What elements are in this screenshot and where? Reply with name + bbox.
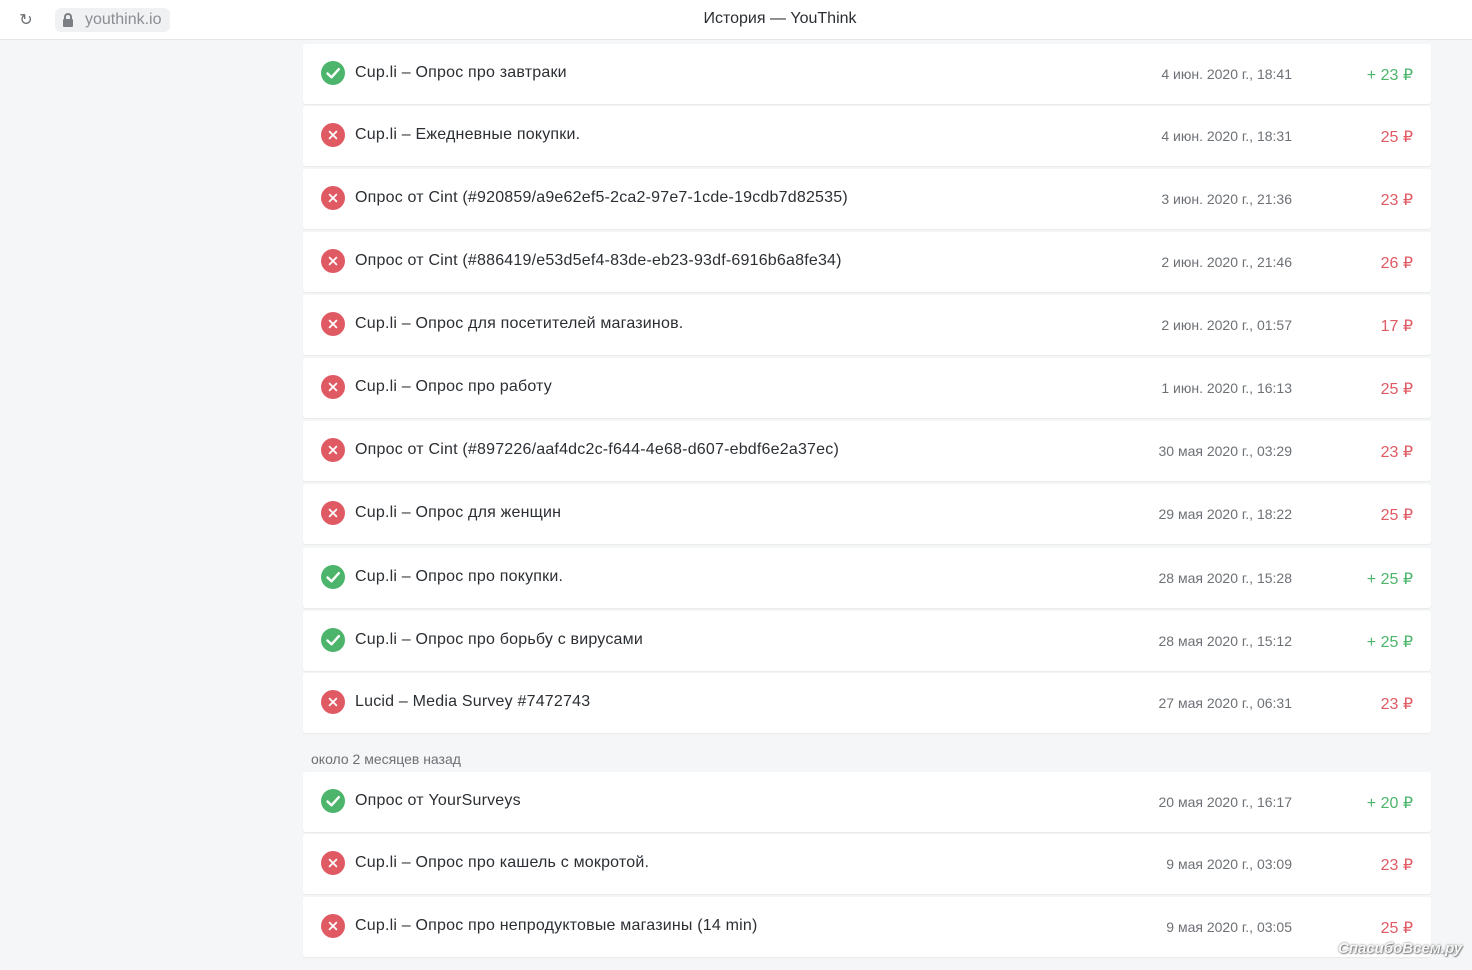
row-date: 9 мая 2020 г., 03:05 — [1166, 919, 1292, 935]
row-title: Cup.li – Опрос для женщин — [355, 504, 562, 521]
row-amount: 25 ₽ — [1380, 507, 1413, 524]
window-title: История — YouThink — [703, 10, 857, 27]
row-date: 4 июн. 2020 г., 18:41 — [1161, 66, 1292, 82]
row-title: Cup.li – Опрос про завтраки — [355, 64, 567, 81]
row-date: 20 мая 2020 г., 16:17 — [1158, 794, 1292, 810]
history-row[interactable]: Cup.li – Опрос про завтраки 4 июн. 2020 г… — [303, 44, 1431, 104]
row-amount: + 25 ₽ — [1366, 634, 1413, 651]
row-date: 1 июн. 2020 г., 16:13 — [1161, 380, 1292, 396]
row-amount: 23 ₽ — [1380, 444, 1413, 461]
history-row[interactable]: Lucid – Media Survey #7472743 27 мая 2020… — [303, 673, 1431, 733]
row-title: Cup.li – Опрос про покупки. — [355, 568, 564, 585]
row-amount: 26 ₽ — [1380, 255, 1413, 272]
row-title: Опрос от YourSurveys — [355, 792, 521, 809]
history-row[interactable]: Cup.li – Опрос про непродуктовые магазин… — [303, 897, 1431, 957]
cross-circle-icon — [321, 914, 345, 938]
cross-circle-icon — [321, 312, 345, 336]
history-row[interactable]: Опрос от Cint (#920859/a9e62ef5-2ca2-97e… — [303, 169, 1431, 229]
row-amount: 23 ₽ — [1380, 696, 1413, 713]
row-title: Cup.li – Опрос про работу — [355, 378, 552, 395]
history-row[interactable]: Опрос от Cint (#886419/e53d5ef4-83de-eb2… — [303, 232, 1431, 292]
row-amount: + 25 ₽ — [1366, 571, 1413, 588]
row-date: 3 июн. 2020 г., 21:36 — [1161, 191, 1292, 207]
cross-circle-icon — [321, 375, 345, 399]
cross-circle-icon — [321, 501, 345, 525]
row-date: 2 июн. 2020 г., 21:46 — [1161, 254, 1292, 270]
row-date: 30 мая 2020 г., 03:29 — [1158, 443, 1292, 459]
row-amount: 23 ₽ — [1380, 857, 1413, 874]
row-date: 27 мая 2020 г., 06:31 — [1158, 695, 1292, 711]
check-circle-icon — [321, 789, 345, 813]
cross-circle-icon — [321, 186, 345, 210]
row-date: 2 июн. 2020 г., 01:57 — [1161, 317, 1292, 333]
history-row[interactable]: Cup.li – Опрос для посетителей магазинов… — [303, 295, 1431, 355]
history-row[interactable]: Cup.li – Опрос для женщин 29 мая 2020 г.,… — [303, 484, 1431, 544]
history-row[interactable]: Cup.li – Опрос про работу 1 июн. 2020 г.,… — [303, 358, 1431, 418]
row-title: Cup.li – Опрос про борьбу с вирусами — [355, 631, 643, 648]
history-row[interactable]: Cup.li – Ежедневные покупки. 4 июн. 2020 … — [303, 106, 1431, 166]
row-title: Опрос от Cint (#920859/a9e62ef5-2ca2-97e… — [355, 189, 848, 206]
history-row[interactable]: Cup.li – Опрос про борьбу с вирусами 28 м… — [303, 611, 1431, 671]
row-date: 4 июн. 2020 г., 18:31 — [1161, 128, 1292, 144]
watermark: СпасибоВсем.ру — [1338, 940, 1463, 957]
row-title: Опрос от Cint (#897226/aaf4dc2c-f644-4e6… — [355, 441, 839, 458]
cross-circle-icon — [321, 851, 345, 875]
row-date: 28 мая 2020 г., 15:28 — [1158, 570, 1292, 586]
history-row[interactable]: Cup.li – Опрос про покупки. 28 мая 2020 г… — [303, 548, 1431, 608]
cross-circle-icon — [321, 249, 345, 273]
row-amount: + 20 ₽ — [1366, 795, 1413, 812]
cross-circle-icon — [321, 438, 345, 462]
check-circle-icon — [321, 565, 345, 589]
row-amount: + 23 ₽ — [1366, 67, 1413, 84]
row-title: Опрос от Cint (#886419/e53d5ef4-83de-eb2… — [355, 252, 842, 269]
group-label: около 2 месяцев назад — [311, 751, 461, 767]
row-amount: 17 ₽ — [1380, 318, 1413, 335]
row-amount: 25 ₽ — [1380, 920, 1413, 937]
cross-circle-icon — [321, 123, 345, 147]
browser-toolbar: ↻ youthink.io История — YouThink — [0, 0, 1472, 40]
row-amount: 23 ₽ — [1380, 192, 1413, 209]
row-title: Cup.li – Опрос про кашель с мокротой. — [355, 854, 650, 871]
check-circle-icon — [321, 628, 345, 652]
row-title: Cup.li – Ежедневные покупки. — [355, 126, 581, 143]
row-date: 9 мая 2020 г., 03:09 — [1166, 856, 1292, 872]
history-row[interactable]: Опрос от YourSurveys 20 мая 2020 г., 16:1… — [303, 772, 1431, 832]
row-title: Lucid – Media Survey #7472743 — [355, 693, 591, 710]
row-title: Cup.li – Опрос про непродуктовые магазин… — [355, 917, 758, 934]
history-row[interactable]: Опрос от Cint (#897226/aaf4dc2c-f644-4e6… — [303, 421, 1431, 481]
row-date: 29 мая 2020 г., 18:22 — [1158, 506, 1292, 522]
check-circle-icon — [321, 61, 345, 85]
row-title: Cup.li – Опрос для посетителей магазинов… — [355, 315, 684, 332]
row-date: 28 мая 2020 г., 15:12 — [1158, 633, 1292, 649]
cross-circle-icon — [321, 690, 345, 714]
row-amount: 25 ₽ — [1380, 381, 1413, 398]
row-amount: 25 ₽ — [1380, 129, 1413, 146]
history-row[interactable]: Cup.li – Опрос про кашель с мокротой. 9 м… — [303, 834, 1431, 894]
